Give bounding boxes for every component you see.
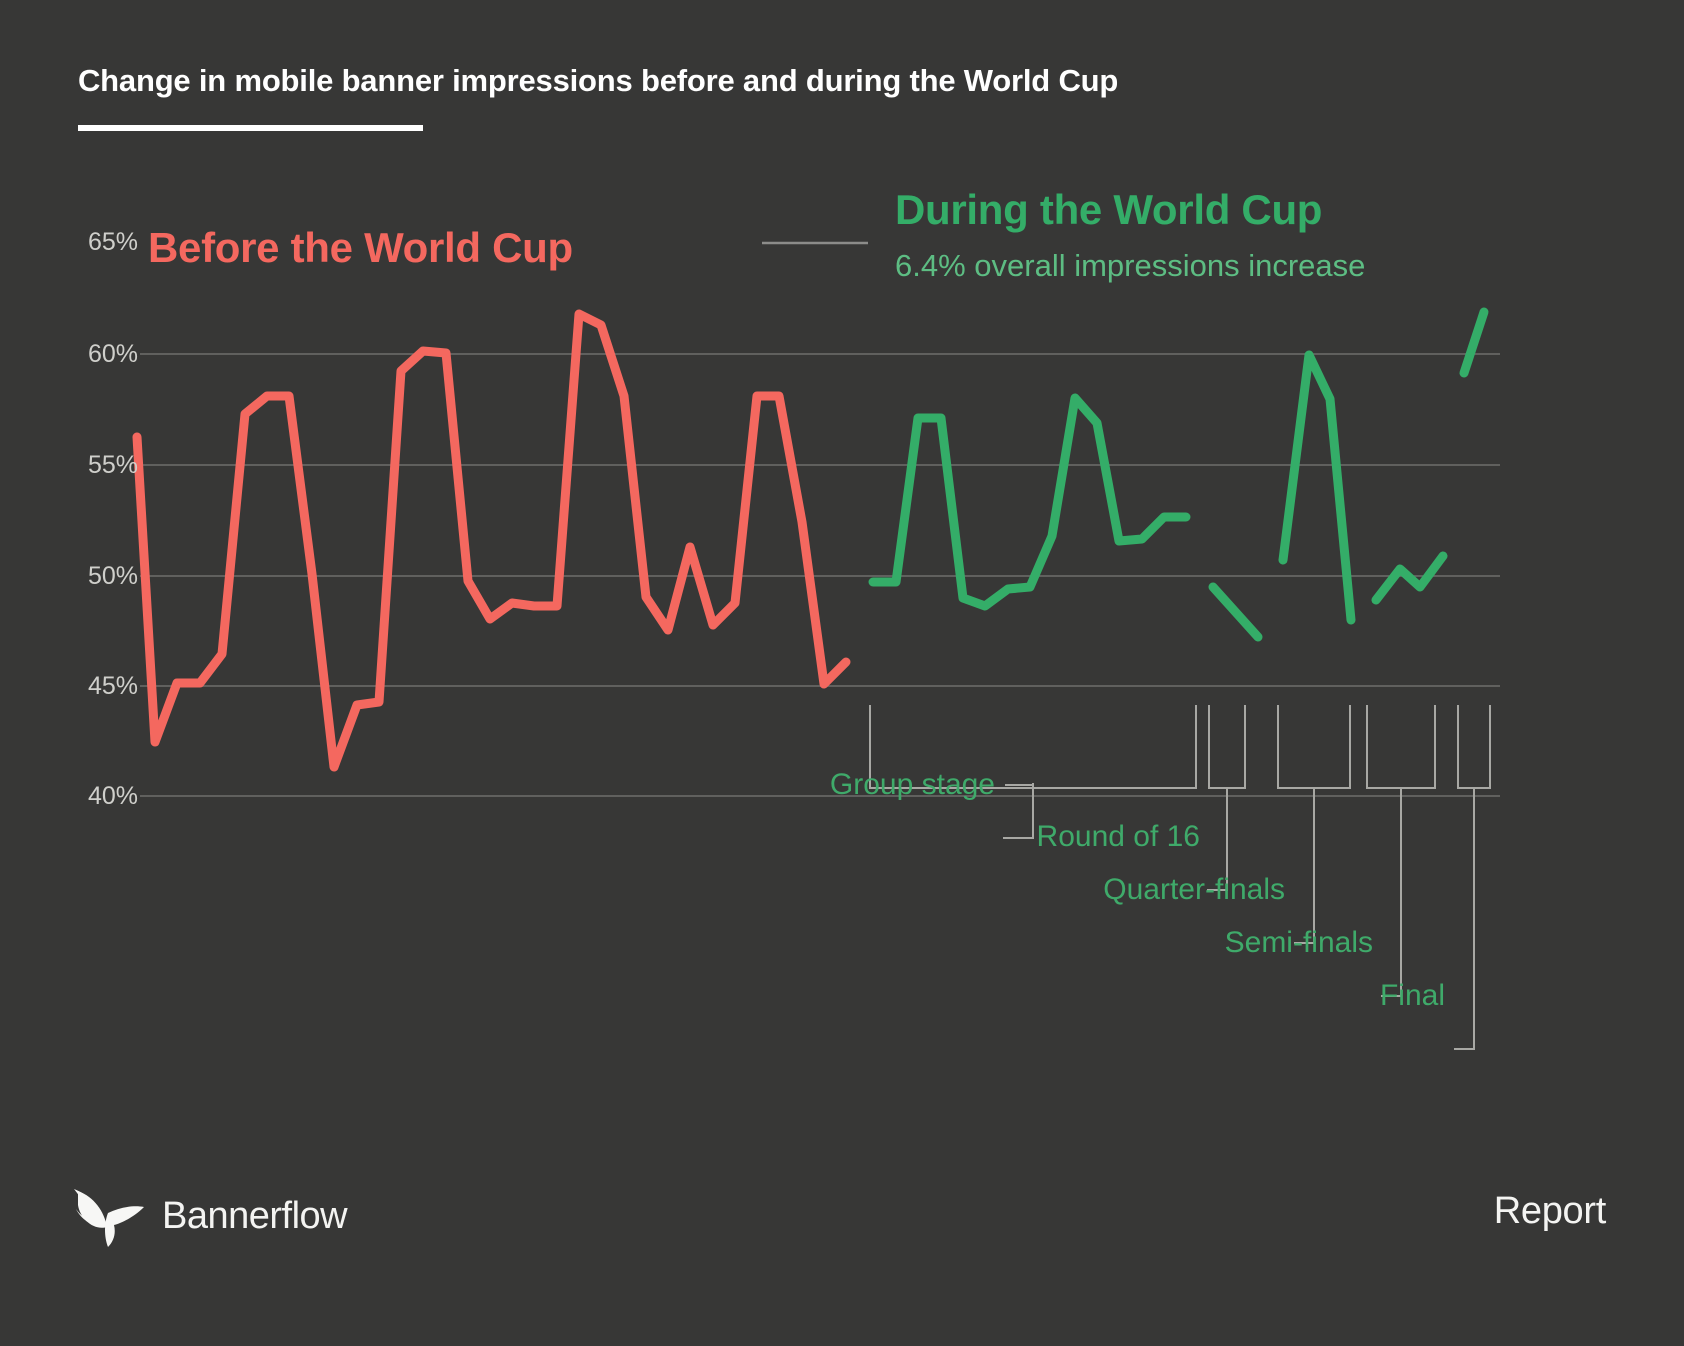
chart-container (0, 0, 1684, 1346)
stage-label-quarter-finals: Quarter-finals (1103, 873, 1285, 906)
legend-during-subtext: 6.4% overall impressions increase (895, 248, 1366, 283)
brand-name: Bannerflow (162, 1194, 348, 1237)
line-chart-svg (132, 241, 1500, 1050)
legend-during-label: During the World Cup (895, 186, 1323, 233)
axis-tick-55: 55% (87, 451, 138, 479)
bracket-semi-finals (1366, 705, 1436, 789)
series-line-during-round-of-16 (1208, 582, 1263, 642)
series-line-during-final (1459, 307, 1489, 378)
axis-tick-65: 65% (87, 228, 138, 256)
series-line-before (132, 309, 851, 772)
axis-tick-50: 50% (87, 562, 138, 590)
leader-line-semi-finals (1381, 788, 1402, 997)
bracket-round-of-16 (1208, 705, 1246, 789)
bracket-quarter-finals (1277, 705, 1351, 789)
series-line-during-semi-finals (1371, 551, 1448, 605)
series-line-during-quarter-finals (1278, 350, 1356, 625)
axis-tick-40: 40% (87, 782, 138, 810)
legend-before-label: Before the World Cup (148, 224, 573, 271)
report-label: Report (1493, 1190, 1607, 1232)
leader-line-final (1454, 788, 1475, 1050)
leader-line-quarter-finals (1294, 788, 1315, 944)
infographic-page: Change in mobile banner impressions befo… (0, 0, 1684, 1346)
butterfly-icon (74, 1189, 144, 1247)
stage-label-final: Final (1379, 979, 1445, 1012)
stage-label-round-of-16: Round of 16 (1036, 820, 1200, 853)
bracket-final (1457, 705, 1491, 789)
brand-logo: Bannerflow (72, 1185, 348, 1247)
axis-tick-60: 60% (87, 340, 138, 368)
series-line-during-group-stage (868, 393, 1191, 611)
stage-label-group-stage: Group stage (829, 768, 995, 801)
axis-tick-45: 45% (87, 672, 138, 700)
stage-label-semi-finals: Semi-finals (1224, 926, 1373, 959)
